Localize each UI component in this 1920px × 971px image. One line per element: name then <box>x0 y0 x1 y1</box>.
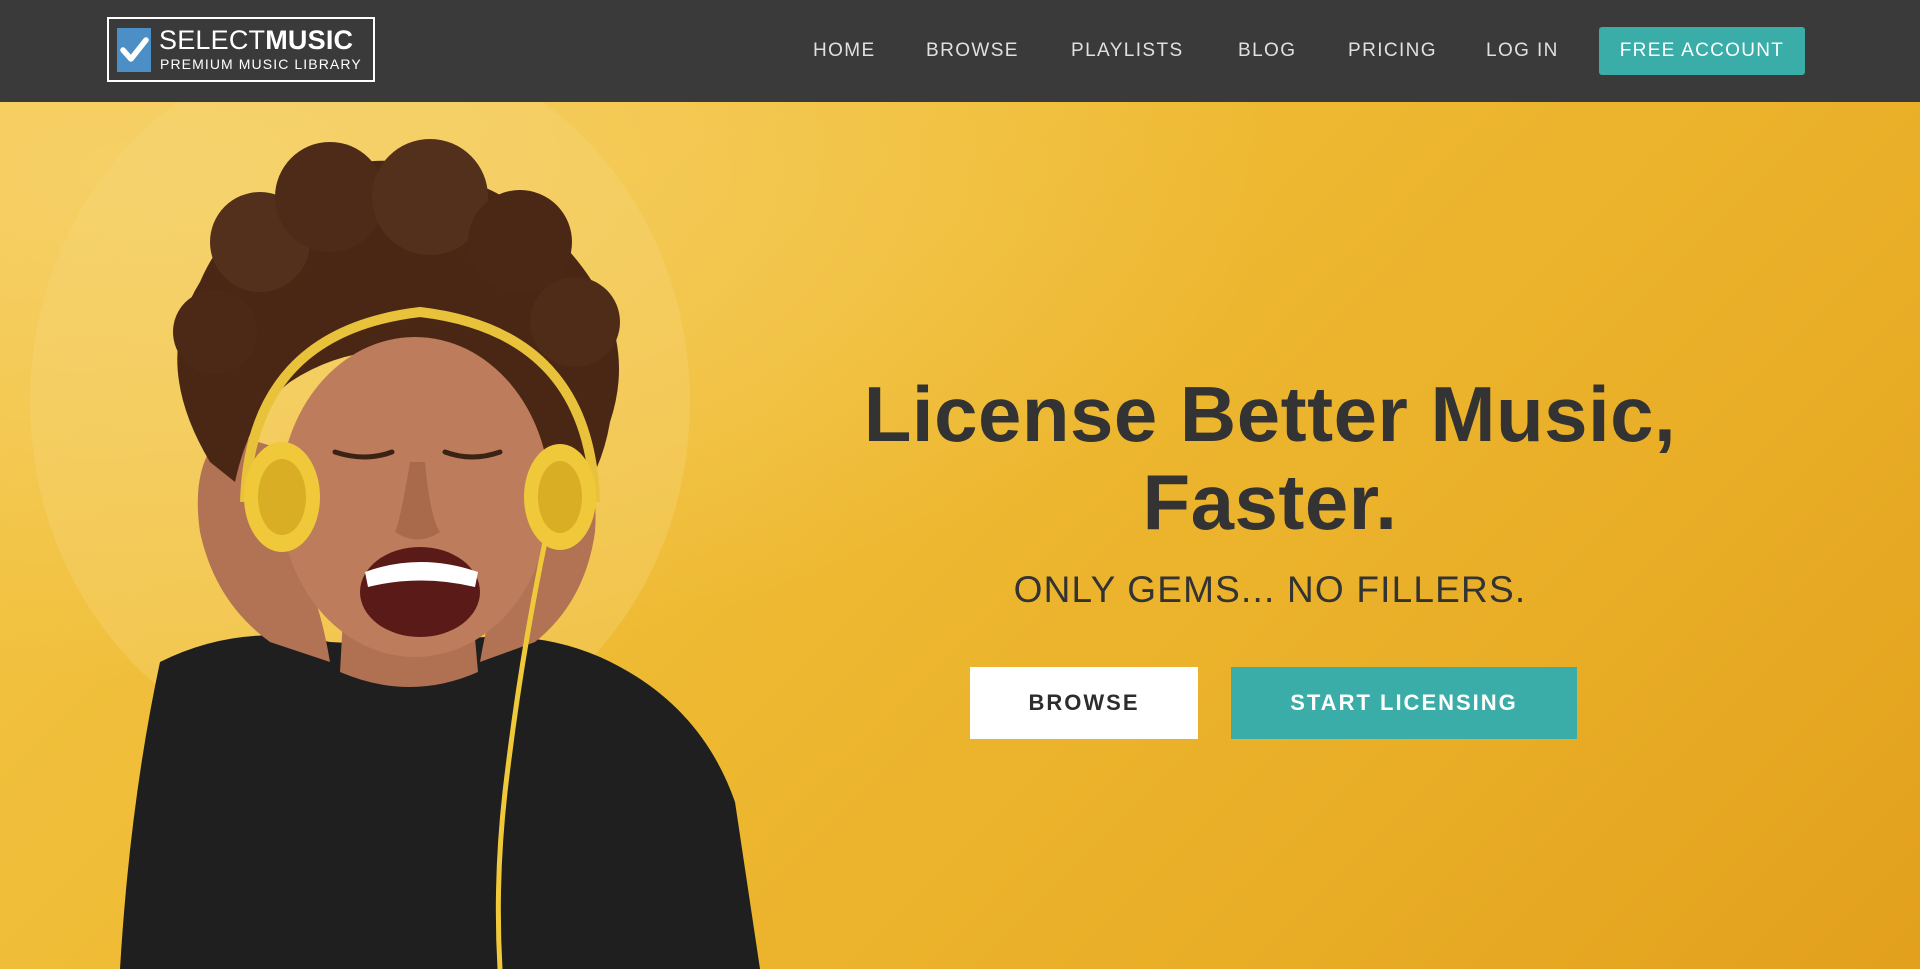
nav-blog[interactable]: BLOG <box>1238 38 1296 64</box>
hero-headline: License Better Music, Faster. <box>780 370 1760 546</box>
headline-line-1: License Better Music, <box>863 370 1677 458</box>
nav-browse[interactable]: BROWSE <box>926 38 1019 64</box>
nav-log-in[interactable]: LOG IN <box>1486 38 1559 64</box>
selectmusic-logo[interactable]: SELECTMUSIC PREMIUM MUSIC LIBRARY <box>107 17 375 82</box>
hero-subheadline: ONLY GEMS... NO FILLERS. <box>1013 569 1527 610</box>
logo-wordmark: SELECTMUSIC <box>159 25 353 55</box>
hero-section: License Better Music, Faster. ONLY GEMS.… <box>0 102 1920 969</box>
logo-word-select: SELECT <box>159 25 266 55</box>
checkmark-icon <box>117 28 151 72</box>
start-licensing-button[interactable]: START LICENSING <box>1231 667 1577 739</box>
free-account-button[interactable]: FREE ACCOUNT <box>1599 27 1805 75</box>
headline-line-2: Faster. <box>1142 458 1398 546</box>
top-navigation-bar: SELECTMUSIC PREMIUM MUSIC LIBRARY HOME B… <box>0 0 1920 102</box>
logo-tagline: PREMIUM MUSIC LIBRARY <box>160 56 362 72</box>
nav-home[interactable]: HOME <box>813 38 876 64</box>
nav-playlists[interactable]: PLAYLISTS <box>1071 38 1184 64</box>
browse-button[interactable]: BROWSE <box>970 667 1198 739</box>
nav-pricing[interactable]: PRICING <box>1348 38 1437 64</box>
hero-photo <box>30 102 760 969</box>
logo-word-music: MUSIC <box>265 25 354 55</box>
